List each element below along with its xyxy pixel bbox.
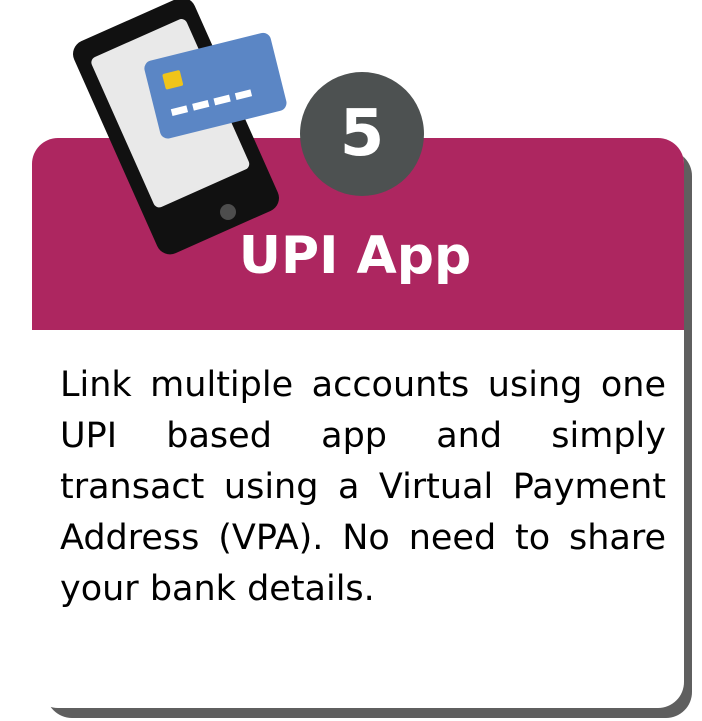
card-description: Link multiple accounts using one UPI bas… xyxy=(60,365,666,609)
card-title: UPI App xyxy=(238,226,472,286)
credit-card-icon xyxy=(144,32,287,139)
step-number: 5 xyxy=(339,97,385,171)
